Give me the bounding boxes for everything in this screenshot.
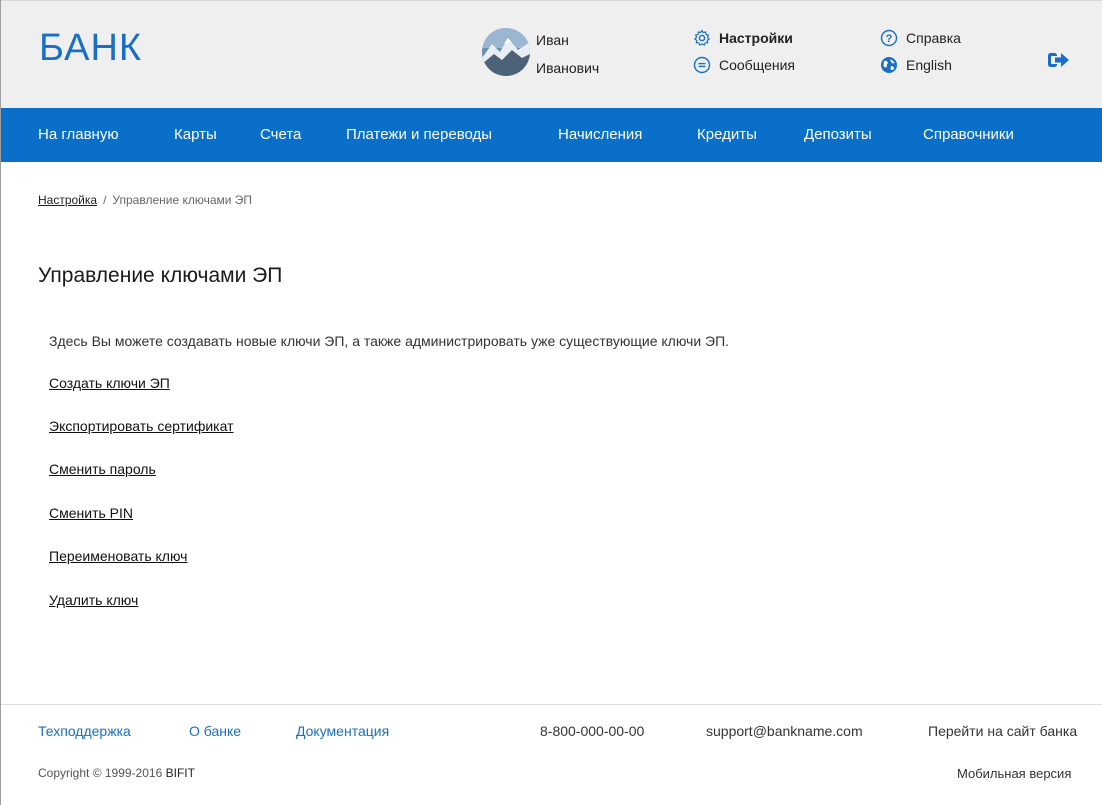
- footer-email[interactable]: support@bankname.com: [706, 723, 863, 739]
- copyright: Copyright © 1999-2016 BIFIT: [38, 766, 195, 780]
- nav-item-accounts[interactable]: Счета: [260, 108, 301, 162]
- footer-link-about[interactable]: О банке: [189, 723, 241, 739]
- user-first-name: Иван: [536, 32, 569, 48]
- message-icon: [693, 56, 711, 74]
- globe-icon: [880, 56, 898, 74]
- help-icon: ?: [880, 29, 898, 47]
- user-last-name: Иванович: [536, 60, 600, 76]
- breadcrumb-parent-link[interactable]: Настройка: [38, 193, 97, 207]
- mobile-version-link[interactable]: Мобильная версия: [957, 766, 1071, 781]
- user-avatar[interactable]: [482, 28, 530, 76]
- breadcrumb-separator: /: [103, 193, 107, 207]
- help-label: Справка: [906, 30, 961, 46]
- footer-divider: [1, 704, 1102, 705]
- footer-site-link[interactable]: Перейти на сайт банка: [928, 723, 1077, 739]
- page-title: Управление ключами ЭП: [38, 264, 283, 287]
- rename-key-link[interactable]: Переименовать ключ: [49, 548, 187, 564]
- nav-item-accruals[interactable]: Начисления: [558, 108, 642, 162]
- settings-link[interactable]: Настройки: [693, 27, 793, 49]
- breadcrumb: Настройка / Управление ключами ЭП: [38, 193, 252, 207]
- help-link[interactable]: ? Справка: [880, 27, 961, 49]
- footer-link-support[interactable]: Техподдержка: [38, 723, 131, 739]
- svg-text:?: ?: [886, 33, 893, 45]
- footer-phone: 8-800-000-00-00: [540, 723, 645, 739]
- change-pin-link[interactable]: Сменить PIN: [49, 505, 133, 521]
- change-password-link[interactable]: Сменить пароль: [49, 461, 156, 477]
- gear-icon: [693, 29, 711, 47]
- create-keys-link[interactable]: Создать ключи ЭП: [49, 375, 170, 391]
- nav-item-references[interactable]: Справочники: [923, 108, 1014, 162]
- nav-item-deposits[interactable]: Депозиты: [804, 108, 872, 162]
- nav-item-credits[interactable]: Кредиты: [697, 108, 757, 162]
- copyright-company: BIFIT: [165, 766, 195, 780]
- language-label: English: [906, 57, 952, 73]
- nav-item-cards[interactable]: Карты: [174, 108, 217, 162]
- copyright-prefix: Copyright © 1999-2016: [38, 766, 163, 780]
- delete-key-link[interactable]: Удалить ключ: [49, 592, 138, 608]
- bank-logo[interactable]: БАНК: [39, 27, 142, 70]
- logout-icon[interactable]: [1047, 50, 1071, 70]
- breadcrumb-current: Управление ключами ЭП: [112, 193, 253, 207]
- nav-item-payments[interactable]: Платежи и переводы: [346, 108, 492, 162]
- user-name[interactable]: Иван Иванович: [536, 26, 599, 82]
- page-description: Здесь Вы можете создавать новые ключи ЭП…: [49, 333, 730, 349]
- footer-link-docs[interactable]: Документация: [296, 723, 389, 739]
- header: БАНК Иван Иванович Настройки Сообщения ?…: [1, 0, 1102, 108]
- export-certificate-link[interactable]: Экспортировать сертификат: [49, 418, 234, 434]
- nav-item-home[interactable]: На главную: [38, 108, 119, 162]
- language-link[interactable]: English: [880, 54, 952, 76]
- messages-label: Сообщения: [719, 57, 795, 73]
- settings-label: Настройки: [719, 30, 793, 46]
- messages-link[interactable]: Сообщения: [693, 54, 795, 76]
- main-nav: На главную Карты Счета Платежи и перевод…: [1, 108, 1102, 162]
